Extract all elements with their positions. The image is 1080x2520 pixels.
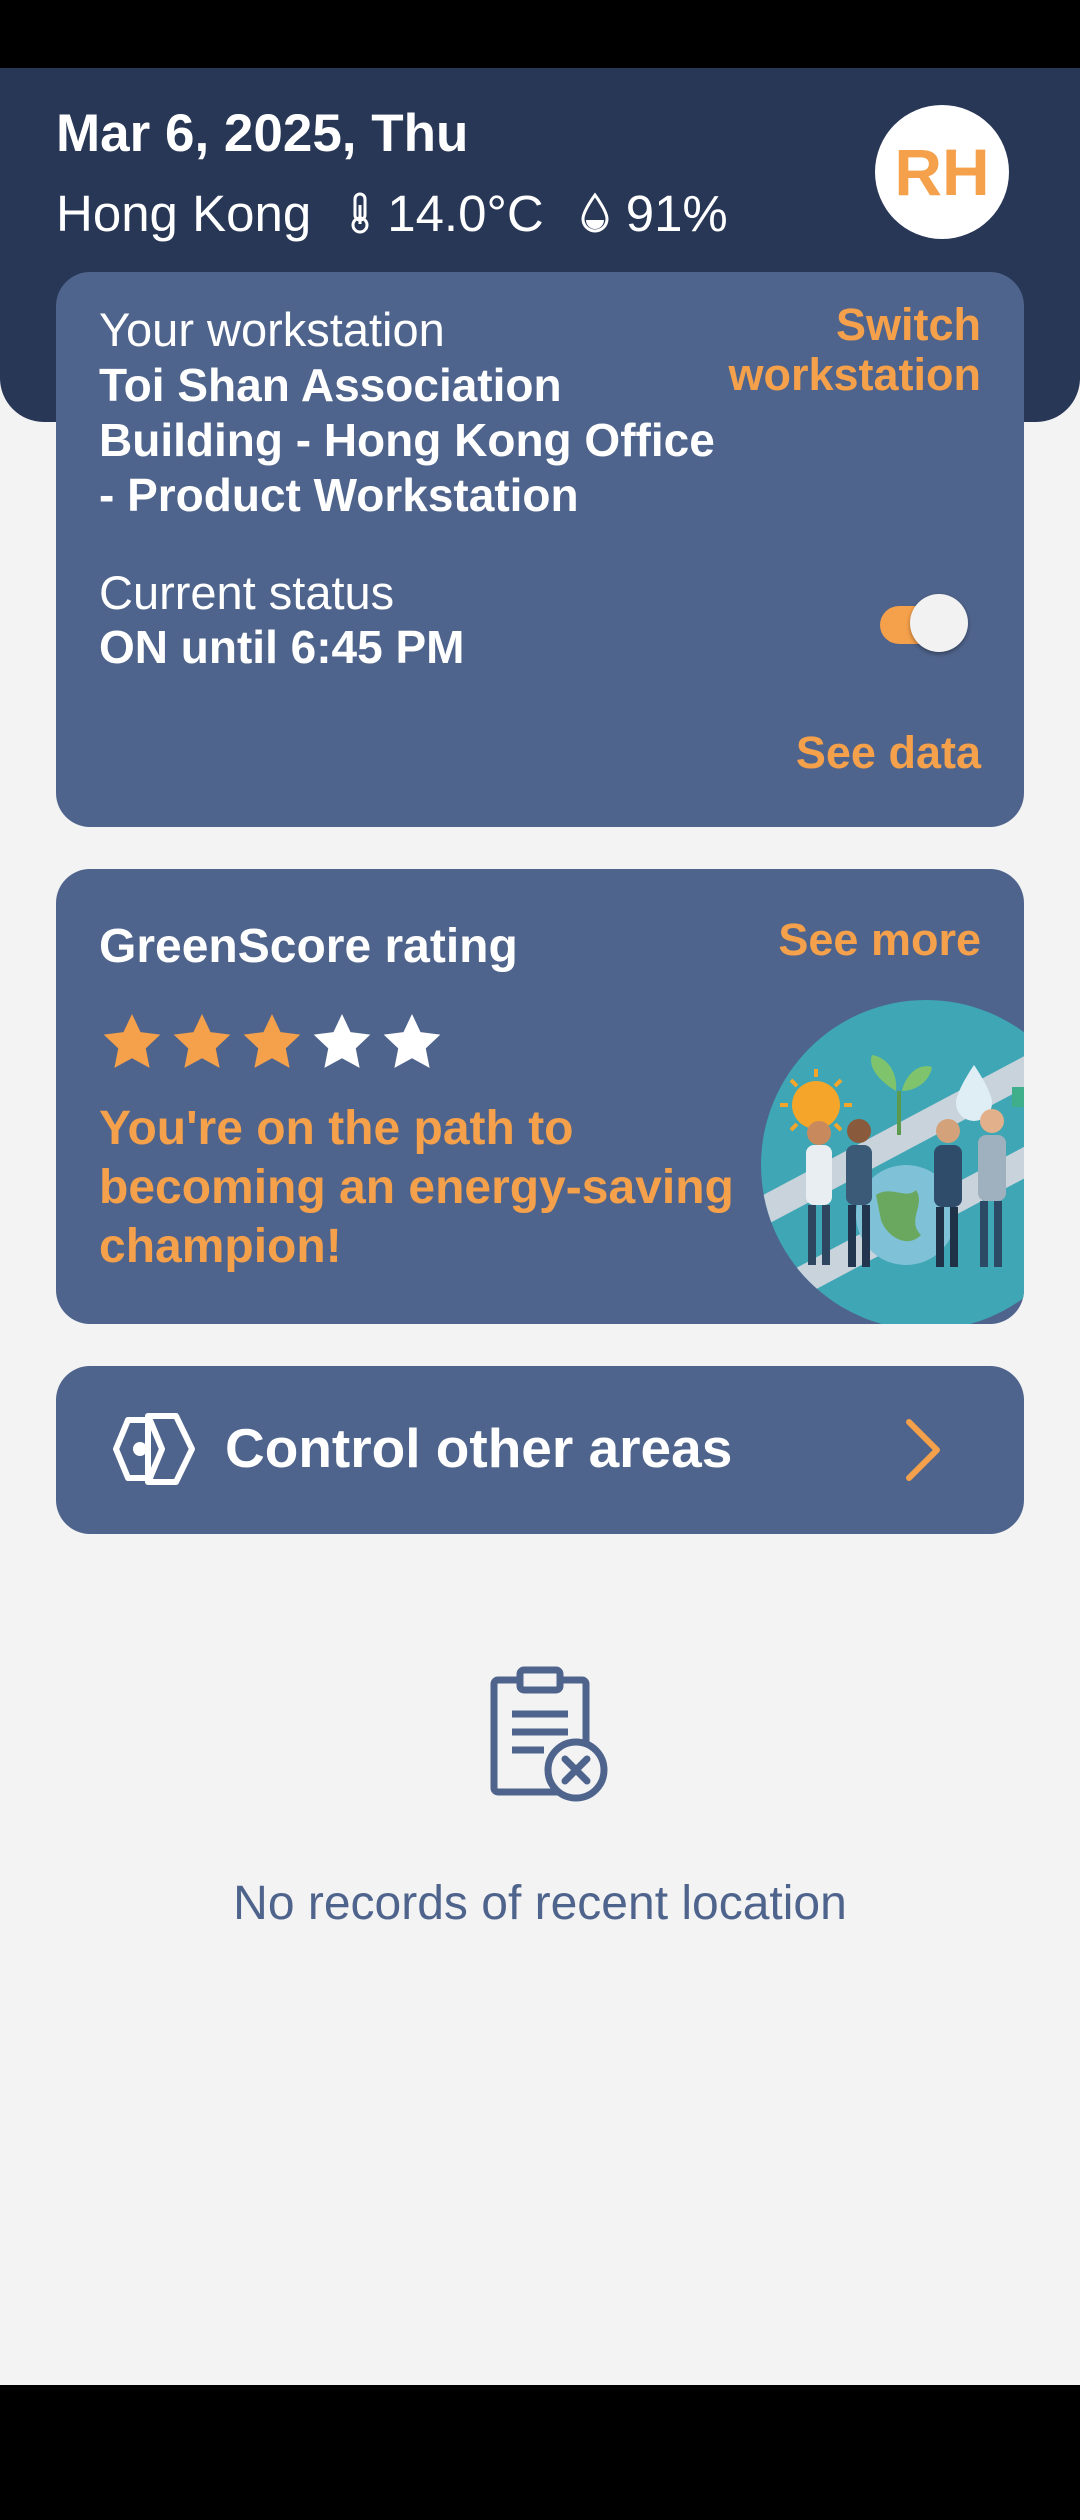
control-other-areas-button[interactable]: Control other areas — [56, 1366, 1024, 1534]
system-navigation-bar — [0, 2385, 1080, 2520]
see-data-link[interactable]: See data — [796, 727, 981, 779]
toggle-knob — [910, 594, 968, 652]
star-filled-icon — [103, 1013, 161, 1068]
energy-champions-illustration — [761, 1000, 1024, 1324]
switch-workstation-link[interactable]: Switch workstation — [681, 300, 981, 400]
empty-state-message: No records of recent location — [233, 1877, 847, 1930]
greenscore-title: GreenScore rating — [99, 920, 518, 973]
see-more-link[interactable]: See more — [778, 914, 981, 966]
weather-row: Hong Kong 14.0°C 91% — [56, 183, 728, 243]
avatar[interactable]: RH — [875, 105, 1009, 239]
star-filled-icon — [173, 1013, 231, 1068]
star-rating — [99, 1009, 449, 1079]
star-empty-icon — [383, 1013, 441, 1068]
city-label: Hong Kong — [56, 184, 312, 242]
humidity-value: 91% — [625, 184, 728, 242]
current-status-value: ON until 6:45 PM — [99, 621, 465, 673]
clipboard-x-icon — [490, 1666, 608, 1802]
greenscore-card: GreenScore rating See more You're on the… — [56, 869, 1024, 1324]
system-status-bar — [0, 0, 1080, 68]
workstation-label: Your workstation — [99, 303, 445, 356]
control-other-areas-label: Control other areas — [225, 1417, 733, 1479]
star-filled-icon — [243, 1013, 301, 1068]
current-status-label: Current status — [99, 566, 395, 619]
chevron-right-icon — [906, 1419, 940, 1481]
star-empty-icon — [313, 1013, 371, 1068]
date-label: Mar 6, 2025, Thu — [56, 104, 469, 163]
hexagon-area-icon — [113, 1413, 195, 1485]
temperature-value: 14.0°C — [387, 184, 544, 242]
greenscore-message: You're on the path to becoming an energy… — [99, 1102, 734, 1273]
thermometer-icon — [351, 192, 369, 234]
power-toggle[interactable] — [880, 592, 972, 652]
droplet-icon — [581, 192, 609, 233]
workstation-name: Toi Shan Association Building - Hong Kon… — [99, 359, 715, 521]
workstation-card: Your workstation Toi Shan Association Bu… — [56, 272, 1024, 827]
